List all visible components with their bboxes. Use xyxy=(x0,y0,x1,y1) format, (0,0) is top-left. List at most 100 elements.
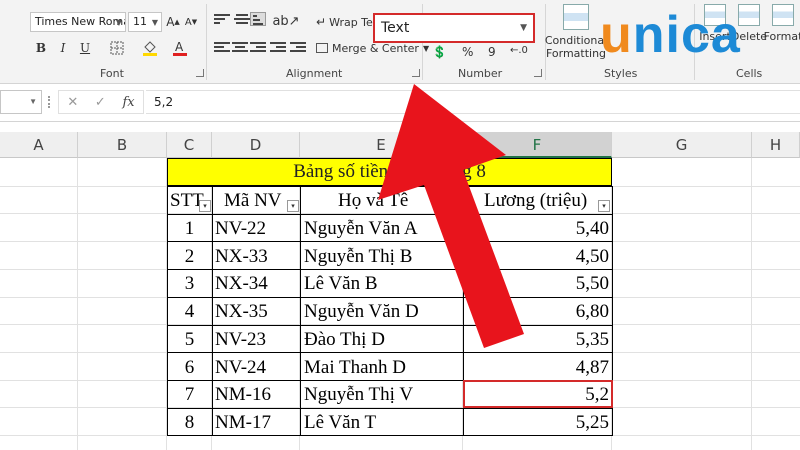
table-border xyxy=(167,186,613,187)
cell-stt[interactable]: 2 xyxy=(167,243,212,270)
cell-employee-code[interactable]: NX-35 xyxy=(215,298,299,325)
header-salary[interactable]: Lương (triệu) xyxy=(484,187,610,214)
cell-full-name[interactable]: Lê Văn B xyxy=(304,270,462,297)
cell-stt[interactable]: 8 xyxy=(167,409,212,436)
column-header-b[interactable]: B xyxy=(78,132,167,158)
filter-dropdown-icon[interactable]: ▾ xyxy=(450,200,462,212)
shrink-font-icon: A xyxy=(184,16,192,28)
logo-letter: c xyxy=(680,6,711,64)
chevron-down-icon: ▼ xyxy=(115,18,122,27)
increase-indent-icon[interactable] xyxy=(290,42,306,56)
formula-buttons: ✕ ✓ fx xyxy=(58,90,144,114)
italic-button[interactable]: I xyxy=(56,40,70,56)
orientation-icon: ab↗ xyxy=(272,13,300,29)
filter-dropdown-icon[interactable]: ▾ xyxy=(598,200,610,212)
cell-employee-code[interactable]: NV-22 xyxy=(215,215,299,242)
align-top-icon[interactable] xyxy=(214,14,230,28)
align-left-icon[interactable] xyxy=(214,42,230,56)
align-center-icon[interactable] xyxy=(232,42,248,56)
decrease-indent-icon[interactable] xyxy=(270,42,286,56)
enter-icon[interactable]: ✓ xyxy=(95,95,106,110)
grow-font-button[interactable]: A ▲ xyxy=(166,14,180,30)
cell-full-name[interactable]: Nguyễn Văn A xyxy=(304,215,462,242)
align-middle-icon[interactable] xyxy=(234,14,250,28)
orientation-button[interactable]: ab↗ xyxy=(272,12,300,30)
currency-button[interactable]: 💲 xyxy=(432,45,447,59)
logo-letter: i xyxy=(665,6,681,64)
cell-salary[interactable]: 6,80 xyxy=(463,298,609,325)
cell-full-name[interactable]: Đào Thị D xyxy=(304,326,462,353)
font-color-button[interactable]: A xyxy=(170,38,190,58)
shrink-font-button[interactable]: A ▼ xyxy=(184,14,198,30)
logo-letter: n xyxy=(632,6,666,64)
conditional-formatting-button[interactable]: Conditional Formatting xyxy=(545,4,607,60)
comma-style-button[interactable]: 9 xyxy=(488,45,496,59)
cell-salary[interactable]: 5,40 xyxy=(463,215,609,242)
number-dialog-launcher[interactable] xyxy=(534,69,542,77)
column-header-d[interactable]: D xyxy=(212,132,300,158)
percent-icon: % xyxy=(462,45,474,59)
filter-dropdown-icon[interactable]: ▾ xyxy=(199,200,211,212)
column-header-e[interactable]: E xyxy=(300,132,463,158)
fill-color-button[interactable] xyxy=(140,38,160,58)
underline-button[interactable]: U xyxy=(78,40,92,56)
cell-salary[interactable]: 4,87 xyxy=(463,354,609,381)
formula-bar-grip[interactable] xyxy=(48,96,50,108)
column-header-h[interactable]: H xyxy=(752,132,800,158)
bold-icon: B xyxy=(35,41,47,55)
cancel-icon[interactable]: ✕ xyxy=(67,95,78,110)
filter-dropdown-icon[interactable]: ▾ xyxy=(287,200,299,212)
merge-center-label: Merge & Center xyxy=(332,41,419,55)
header-full-name[interactable]: Họ và Tê xyxy=(338,187,462,214)
cell-salary[interactable]: 5,50 xyxy=(463,270,609,297)
cell-employee-code[interactable]: NM-16 xyxy=(215,381,299,408)
font-name-select[interactable]: Times New Roman ▼ xyxy=(30,12,126,32)
borders-button[interactable] xyxy=(106,40,128,56)
cell-salary[interactable]: 5,25 xyxy=(463,409,609,436)
formula-bar: ▼ ✕ ✓ fx 5,2 xyxy=(0,84,800,122)
merge-icon xyxy=(316,43,328,53)
number-format-select[interactable]: Text ▼ xyxy=(373,13,535,43)
cell-full-name[interactable]: Nguyễn Văn D xyxy=(304,298,462,325)
chevron-down-icon: ▼ xyxy=(151,18,158,27)
increase-decimal-button[interactable]: ←.0 xyxy=(510,45,528,56)
formula-input[interactable]: 5,2 xyxy=(146,90,800,114)
cell-full-name[interactable]: Nguyễn Thị B xyxy=(304,243,462,270)
border-icon xyxy=(110,41,124,55)
cell-full-name[interactable]: Mai Thanh D xyxy=(304,354,462,381)
table-title[interactable]: Bảng số tiền lươn g 8 xyxy=(167,158,612,186)
column-header-g[interactable]: G xyxy=(612,132,752,158)
cell-full-name[interactable]: Nguyễn Thị V xyxy=(304,381,462,408)
cell-employee-code[interactable]: NV-23 xyxy=(215,326,299,353)
align-bottom-icon[interactable] xyxy=(250,12,266,26)
cell-full-name[interactable]: Lê Văn T xyxy=(304,409,462,436)
cell-stt[interactable]: 1 xyxy=(167,215,212,242)
cell-salary[interactable]: 4,50 xyxy=(463,243,609,270)
column-header-f[interactable]: F xyxy=(463,132,612,158)
conditional-formatting-icon xyxy=(563,4,589,30)
column-header-a[interactable]: A xyxy=(0,132,78,158)
grow-font-icon: A xyxy=(166,15,175,29)
cell-employee-code[interactable]: NV-24 xyxy=(215,354,299,381)
cell-stt[interactable]: 6 xyxy=(167,354,212,381)
cell-employee-code[interactable]: NX-33 xyxy=(215,243,299,270)
cell-stt[interactable]: 4 xyxy=(167,298,212,325)
insert-function-icon[interactable]: fx xyxy=(122,95,134,110)
font-color-icon: A xyxy=(173,40,187,56)
cell-salary[interactable]: 5,35 xyxy=(463,326,609,353)
font-dialog-launcher[interactable] xyxy=(196,69,204,77)
column-header-c[interactable]: C xyxy=(167,132,212,158)
cell-employee-code[interactable]: NM-17 xyxy=(215,409,299,436)
cell-stt[interactable]: 5 xyxy=(167,326,212,353)
cell-stt[interactable]: 7 xyxy=(167,381,212,408)
bold-button[interactable]: B xyxy=(34,40,48,56)
unica-logo: unica xyxy=(600,4,800,66)
percent-button[interactable]: % xyxy=(462,45,473,59)
name-box[interactable]: ▼ xyxy=(0,90,42,114)
cell-employee-code[interactable]: NX-34 xyxy=(215,270,299,297)
font-size-select[interactable]: 11 ▼ xyxy=(128,12,162,32)
align-right-icon[interactable] xyxy=(250,42,266,56)
alignment-dialog-launcher[interactable] xyxy=(412,69,420,77)
logo-letter: u xyxy=(600,6,633,64)
cell-stt[interactable]: 3 xyxy=(167,270,212,297)
